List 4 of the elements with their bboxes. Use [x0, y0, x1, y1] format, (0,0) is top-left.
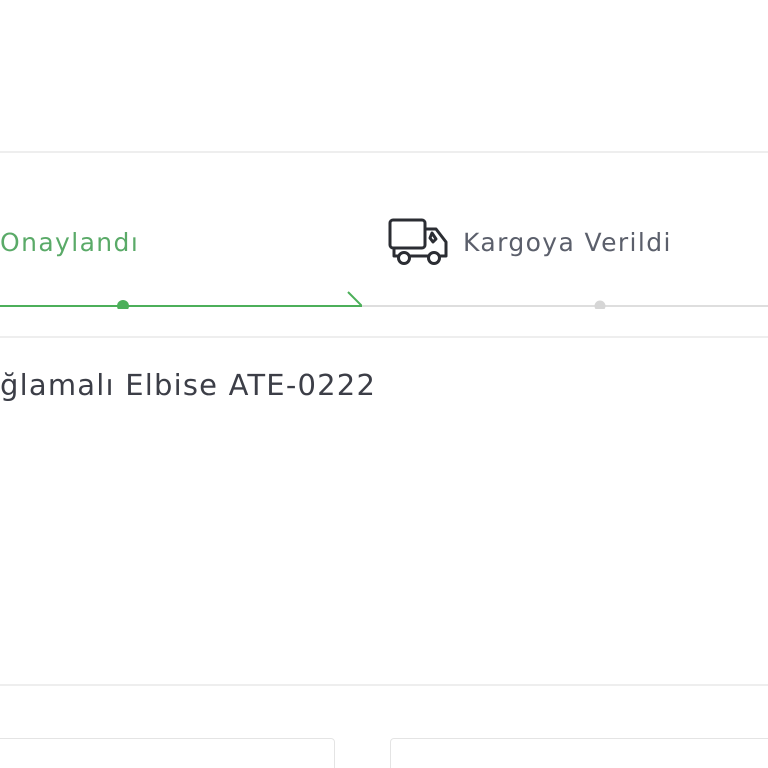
product-name: ğlamalı Elbise ATE-0222 [0, 368, 376, 402]
step-label: Onaylandı [0, 228, 140, 256]
truck-icon [388, 217, 450, 267]
step-label: Kargoya Verildi [463, 228, 672, 256]
